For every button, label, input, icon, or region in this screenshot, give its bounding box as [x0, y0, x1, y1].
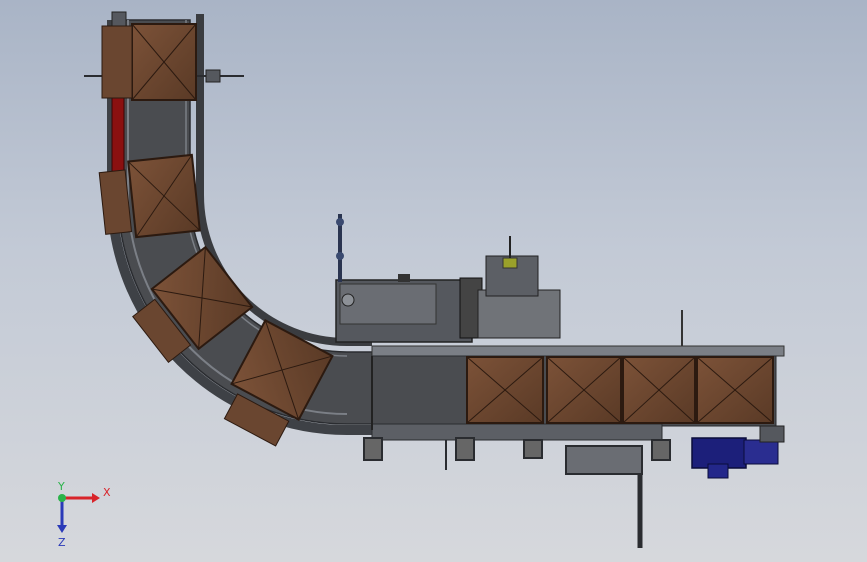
carton: [101, 23, 197, 101]
drive-motor[interactable]: [691, 425, 785, 479]
y-axis-label: Y: [57, 480, 65, 493]
carton: [466, 356, 544, 424]
y-axis-dot: [58, 494, 66, 502]
carton: [696, 356, 774, 424]
carton-sealing-machine[interactable]: [335, 214, 561, 343]
cad-viewport[interactable]: X Y Z: [0, 0, 867, 562]
coordinate-triad: X Y Z: [57, 480, 111, 549]
z-axis-label: Z: [58, 536, 66, 549]
carton: [622, 356, 696, 424]
straight-cartons: [466, 356, 774, 424]
support-legs: [363, 437, 671, 548]
carton: [546, 356, 622, 424]
straight-conveyor[interactable]: [363, 310, 785, 548]
x-axis-label: X: [103, 486, 111, 499]
red-guide-rail: [111, 91, 125, 181]
